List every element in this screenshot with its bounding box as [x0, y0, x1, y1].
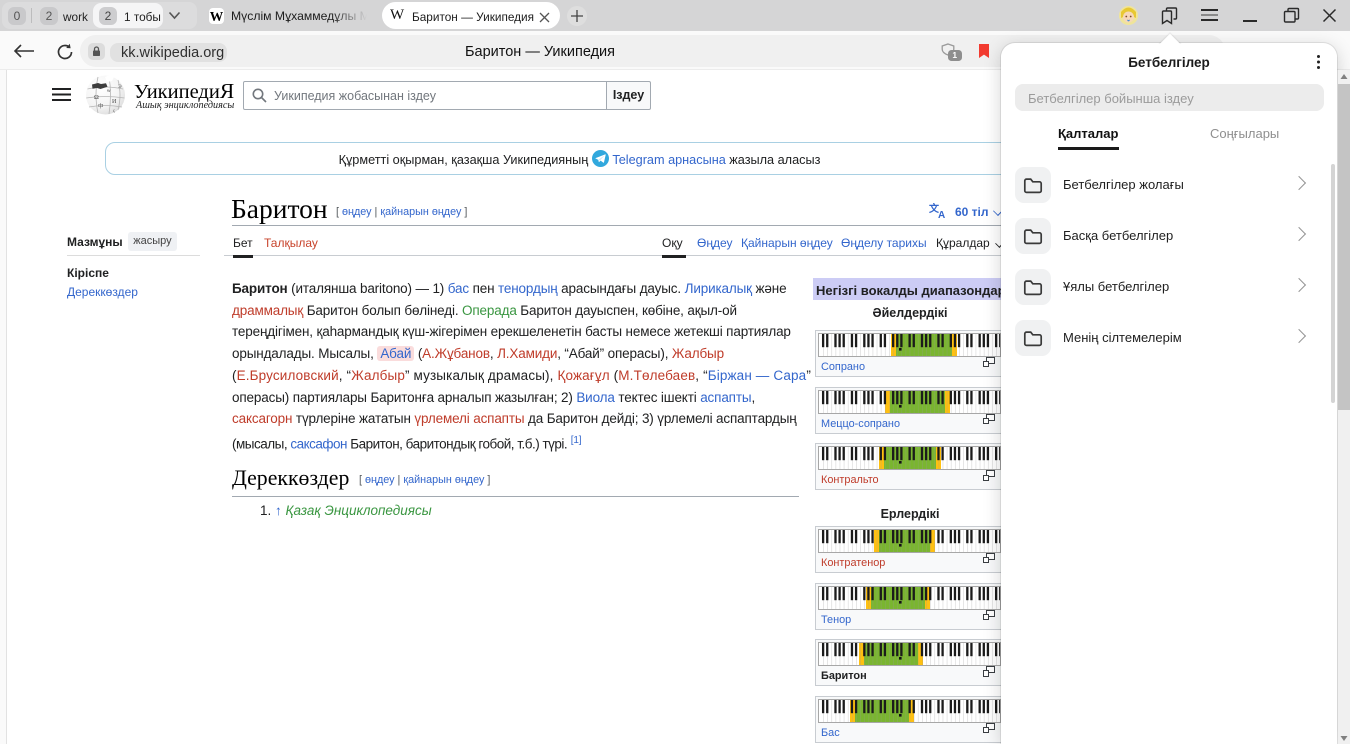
svg-text:И: И [112, 99, 117, 105]
svg-text:ѡ: ѡ [107, 88, 111, 94]
svg-text:ς: ς [113, 109, 115, 114]
svg-text:Э: Э [118, 84, 122, 90]
svg-text:A: A [938, 210, 945, 218]
svg-text:Ω: Ω [94, 94, 99, 101]
svg-text:中: 中 [98, 102, 104, 110]
